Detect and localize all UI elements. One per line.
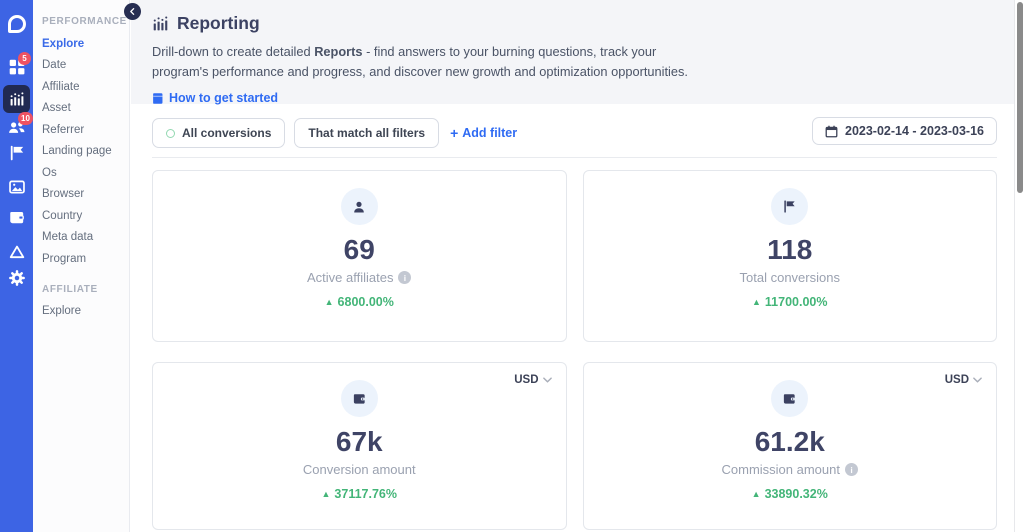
all-conversions-button[interactable]: All conversions: [152, 118, 286, 148]
sidebar-item-landing-page[interactable]: Landing page: [33, 141, 129, 163]
sidebar-item-browser[interactable]: Browser: [33, 184, 129, 206]
rail-item-dashboard[interactable]: 5: [0, 52, 33, 76]
up-arrow-icon: ▲: [751, 489, 761, 500]
date-range-picker[interactable]: 2023-02-14 - 2023-03-16: [812, 117, 997, 145]
triangle-icon: [9, 245, 24, 259]
info-icon[interactable]: i: [398, 271, 412, 285]
stat-delta: ▲ 37117.76%: [321, 487, 397, 502]
rail-item-settings[interactable]: [0, 269, 33, 287]
sidebar-item-os[interactable]: Os: [33, 162, 129, 184]
dashboard-badge: 5: [18, 52, 31, 65]
user-icon: [354, 201, 365, 212]
stat-cards-grid: 69 Active affiliates i ▲ 6800.00% 118 To…: [152, 170, 997, 530]
page-header: Reporting Drill-down to create detailed …: [131, 0, 1014, 105]
wallet-icon: [9, 211, 24, 224]
rail-item-payouts[interactable]: [0, 208, 33, 226]
app-window: 5 10 PERFORMANCE Explore Date Affiliate …: [0, 0, 1024, 532]
stat-label: Total conversions: [739, 270, 840, 286]
stat-value: 69: [343, 234, 375, 265]
rail-item-conversions[interactable]: [0, 144, 33, 162]
stat-card-active-affiliates: 69 Active affiliates i ▲ 6800.00%: [152, 170, 567, 342]
card-icon-circle: [340, 188, 378, 225]
up-arrow-icon: ▲: [321, 489, 331, 500]
sidebar-item-meta-data[interactable]: Meta data: [33, 227, 129, 249]
collapse-sidebar-button[interactable]: [124, 3, 141, 20]
sidebar-item-program[interactable]: Program: [33, 248, 129, 270]
rail-item-assets[interactable]: [0, 178, 33, 196]
main-content: Reporting Drill-down to create detailed …: [131, 0, 1014, 532]
image-icon: [8, 180, 25, 194]
wallet-icon: [353, 394, 365, 404]
tapfiliate-logo-icon: [7, 15, 26, 33]
bar-chart-icon: [153, 16, 168, 31]
card-icon-circle: [771, 380, 809, 417]
flag-icon: [10, 145, 23, 161]
rail-item-reporting-active[interactable]: [3, 85, 30, 113]
stat-card-total-conversions: 118 Total conversions ▲ 11700.00%: [582, 170, 997, 342]
sidebar-item-affiliate-explore[interactable]: Explore: [33, 301, 129, 323]
plus-icon: +: [450, 125, 459, 141]
up-arrow-icon: ▲: [324, 297, 334, 308]
flag-icon: [784, 200, 795, 213]
how-to-get-started-link[interactable]: How to get started: [152, 91, 278, 105]
gear-icon: [8, 270, 25, 286]
page-title: Reporting: [177, 13, 260, 33]
stat-label: Commission amount: [721, 462, 841, 478]
affiliates-badge: 10: [18, 112, 33, 125]
stat-value: 118: [767, 234, 813, 265]
stat-delta: ▲ 11700.00%: [752, 295, 828, 310]
match-all-filters-button[interactable]: That match all filters: [294, 118, 440, 148]
page-description: Drill-down to create detailed Reports - …: [152, 44, 688, 80]
chevron-down-icon: [542, 377, 552, 383]
section-header-performance: PERFORMANCE: [42, 16, 127, 27]
stat-value: 61.2k: [754, 426, 825, 457]
sidebar-item-asset[interactable]: Asset: [33, 98, 129, 120]
chevron-left-icon: [130, 8, 135, 15]
card-icon-circle: [771, 188, 809, 225]
rail-item-integrations[interactable]: [0, 243, 33, 261]
book-icon: [153, 93, 163, 104]
sidebar-item-date[interactable]: Date: [33, 55, 129, 77]
add-filter-button[interactable]: + Add filter: [450, 125, 517, 141]
sidebar-item-referrer[interactable]: Referrer: [33, 119, 129, 141]
app-logo[interactable]: [0, 15, 33, 33]
up-arrow-icon: ▲: [752, 297, 761, 308]
stat-label: Conversion amount: [302, 462, 416, 478]
scrollbar-track[interactable]: [1014, 0, 1024, 532]
bar-chart-icon: [10, 92, 23, 106]
chevron-down-icon: [973, 377, 982, 383]
currency-dropdown[interactable]: USD: [945, 374, 982, 386]
currency-dropdown[interactable]: USD: [514, 374, 552, 386]
stat-card-commission-amount: USD 61.2k Commission amount i ▲ 33890.32…: [582, 362, 997, 530]
stat-card-conversion-amount: USD 67k Conversion amount ▲ 37117.76%: [152, 362, 567, 530]
rail-item-affiliates[interactable]: 10: [0, 112, 33, 136]
card-icon-circle: [340, 380, 378, 417]
stat-delta: ▲ 6800.00%: [324, 295, 394, 310]
sidebar-item-affiliate[interactable]: Affiliate: [33, 76, 129, 98]
status-dot-icon: [166, 128, 175, 138]
divider: [152, 157, 997, 158]
scrollbar-thumb[interactable]: [1016, 2, 1023, 193]
reporting-sidebar: PERFORMANCE Explore Date Affiliate Asset…: [33, 0, 130, 532]
stat-delta: ▲ 33890.32%: [751, 487, 828, 502]
stat-value: 67k: [335, 426, 383, 457]
section-header-affiliate: AFFILIATE: [42, 283, 98, 295]
icon-rail: 5 10: [0, 0, 33, 532]
calendar-icon: [825, 125, 838, 137]
sidebar-item-explore[interactable]: Explore: [33, 33, 129, 55]
sidebar-item-country[interactable]: Country: [33, 205, 129, 227]
info-icon[interactable]: i: [845, 463, 858, 477]
stat-label: Active affiliates: [307, 270, 394, 286]
wallet-icon: [784, 394, 796, 404]
